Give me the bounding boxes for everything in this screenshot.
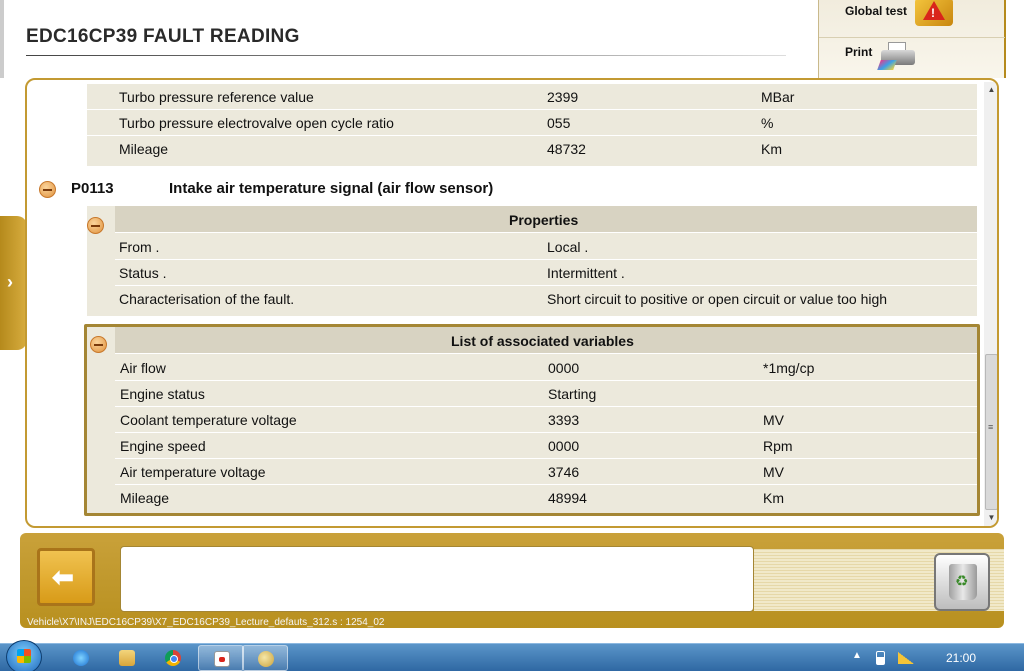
parameter-value: 48732	[547, 141, 586, 157]
property-value: Short circuit to positive or open circui…	[547, 291, 888, 307]
parameter-name: Turbo pressure reference value	[119, 89, 314, 105]
row-divider	[115, 432, 977, 433]
diagnostic-app-icon	[214, 651, 230, 667]
row-divider	[115, 380, 977, 381]
windows-logo-icon	[17, 649, 31, 663]
fault-collapse-icon[interactable]	[39, 181, 56, 198]
taskbar-explorer-button[interactable]	[104, 645, 150, 671]
battery-icon[interactable]	[876, 651, 885, 665]
paint-icon	[258, 651, 274, 667]
scroll-down-arrow-icon[interactable]: ▼	[984, 510, 997, 526]
variable-name: Engine status	[120, 386, 205, 402]
variable-unit: Km	[763, 490, 784, 506]
folder-icon	[119, 650, 135, 666]
printer-icon	[877, 40, 919, 70]
properties-collapse-icon[interactable]	[87, 217, 104, 234]
variable-unit: MV	[763, 464, 784, 480]
variable-value: 0000	[548, 438, 580, 454]
row-divider	[115, 458, 977, 459]
parameters-table: Turbo pressure reference value 2399 MBar…	[87, 84, 977, 166]
window-edge	[0, 0, 4, 78]
properties-table: Properties From . Local . Status . Inter…	[87, 206, 977, 316]
delete-button[interactable]: ♻	[934, 553, 990, 611]
header: EDC16CP39 FAULT READING Global test ! Pr…	[0, 0, 1024, 78]
fault-panel: Turbo pressure reference value 2399 MBar…	[25, 78, 999, 528]
network-signal-icon[interactable]	[898, 652, 914, 664]
back-button[interactable]: ⬅	[37, 548, 95, 606]
variable-name: Coolant temperature voltage	[120, 412, 297, 428]
chrome-icon	[165, 650, 181, 666]
fault-code: P0113	[71, 180, 114, 197]
system-tray: ▲ 21:00	[840, 644, 1024, 671]
file-path: Vehicle\X7\INJ\EDC16CP39\X7_EDC16CP39_Le…	[27, 617, 385, 628]
row-divider	[115, 259, 977, 260]
chevron-right-icon: ›	[7, 272, 13, 292]
show-hidden-icons-icon[interactable]: ▲	[852, 650, 862, 661]
parameter-unit: MBar	[761, 89, 795, 105]
row-divider	[87, 109, 977, 110]
vertical-scrollbar[interactable]: ▲ ≡ ▼	[984, 82, 997, 526]
taskbar-diagbox-button[interactable]	[198, 645, 244, 671]
variable-unit: *1mg/cp	[763, 360, 815, 376]
row-divider	[115, 285, 977, 286]
variable-unit: MV	[763, 412, 784, 428]
variable-value: 0000	[548, 360, 580, 376]
warning-icon: !	[915, 0, 953, 26]
taskbar: ▲ 21:00	[0, 640, 1024, 671]
toolbox: Global test ! Print	[818, 0, 1006, 78]
page-title: EDC16CP39 FAULT READING	[26, 26, 300, 47]
scroll-thumb[interactable]: ≡	[985, 354, 997, 510]
clock[interactable]: 21:00	[946, 651, 976, 665]
parameter-name: Mileage	[119, 141, 169, 157]
parameter-unit: %	[761, 115, 774, 131]
variable-name: Engine speed	[120, 438, 206, 454]
variable-name: Air flow	[120, 360, 166, 376]
parameter-value: 2399	[547, 89, 579, 105]
variables-table: List of associated variables Air flow 00…	[84, 324, 980, 516]
taskbar-paint-button[interactable]	[242, 645, 288, 671]
variable-value: 48994	[548, 490, 587, 506]
variable-name: Air temperature voltage	[120, 464, 266, 480]
print-button[interactable]: Print	[819, 39, 1005, 77]
property-name: From .	[119, 239, 160, 255]
side-panel-toggle[interactable]: ›	[0, 216, 27, 350]
property-name: Characterisation of the fault.	[119, 291, 295, 307]
parameter-name: Turbo pressure electrovalve open cycle r…	[119, 115, 394, 131]
bottom-bar: ⬅ ♻	[20, 533, 1004, 628]
variable-value: 3746	[548, 464, 580, 480]
row-divider	[115, 406, 977, 407]
global-test-button[interactable]: Global test !	[819, 0, 1005, 38]
variable-unit: Rpm	[763, 438, 793, 454]
variable-name: Mileage	[120, 490, 170, 506]
message-box	[120, 546, 754, 612]
scroll-up-arrow-icon[interactable]: ▲	[984, 82, 997, 98]
fault-description: Intake air temperature signal (air flow …	[169, 180, 494, 197]
recycle-bin-icon: ♻	[949, 564, 977, 600]
variables-collapse-icon[interactable]	[90, 336, 107, 353]
row-divider	[115, 484, 977, 485]
print-label: Print	[845, 45, 873, 59]
internet-explorer-icon	[73, 650, 89, 666]
parameter-unit: Km	[761, 141, 782, 157]
title-underline	[26, 55, 786, 56]
global-test-label: Global test	[845, 4, 908, 18]
variable-value: Starting	[548, 386, 597, 402]
variable-value: 3393	[548, 412, 580, 428]
row-divider	[87, 135, 977, 136]
properties-title: Properties	[509, 212, 579, 228]
variables-title: List of associated variables	[451, 333, 634, 349]
parameter-value: 055	[547, 115, 571, 131]
start-button[interactable]	[6, 640, 42, 671]
taskbar-ie-button[interactable]	[58, 645, 104, 671]
property-value: Local .	[547, 239, 589, 255]
taskbar-chrome-button[interactable]	[150, 645, 196, 671]
property-value: Intermittent .	[547, 265, 625, 281]
property-name: Status .	[119, 265, 167, 281]
back-arrow-icon: ⬅	[52, 562, 74, 592]
